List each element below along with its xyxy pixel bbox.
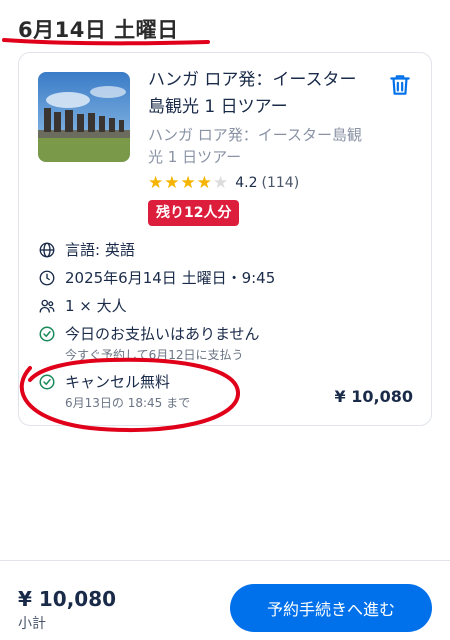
- clock-icon: [37, 268, 57, 288]
- cancellation-row: キャンセル無料: [37, 371, 170, 392]
- language-row: 言語: 英語: [37, 239, 135, 260]
- rating-value: 4.2: [235, 175, 258, 191]
- globe-icon: [37, 240, 57, 260]
- star-icon: ★: [164, 173, 180, 193]
- star-icon: ★: [180, 173, 196, 193]
- star-rating: ★ ★ ★ ★ ★: [148, 173, 228, 193]
- participants-text: 1 × 大人: [65, 297, 127, 315]
- tour-title[interactable]: ハンガ ロア発：イースター島観光 1 日ツアー: [148, 67, 368, 121]
- rating: ★ ★ ★ ★ ★ 4.2 (114): [148, 173, 299, 193]
- tour-thumbnail[interactable]: [38, 72, 130, 162]
- subtotal-label: 小計: [18, 616, 46, 632]
- datetime-row: 2025年6月14日 土曜日・9:45: [37, 267, 275, 288]
- item-price: ¥ 10,080: [334, 387, 413, 406]
- star-icon: ★: [148, 173, 164, 193]
- availability-badge: 残り12人分: [148, 200, 240, 226]
- datetime-text: 2025年6月14日 土曜日・9:45: [65, 269, 276, 287]
- check-circle-icon: [37, 372, 57, 392]
- star-icon: ★: [213, 173, 229, 193]
- people-icon: [37, 296, 57, 316]
- subtotal-price: ¥ 10,080: [18, 587, 117, 611]
- proceed-to-checkout-button[interactable]: 予約手続きへ進む: [230, 584, 432, 632]
- booking-card: ハンガ ロア発：イースター島観光 1 日ツアー ハンガ ロア発：イースター島観光…: [18, 52, 432, 426]
- star-icon: ★: [196, 173, 212, 193]
- language-text: 言語: 英語: [65, 241, 135, 259]
- cancellation-deadline: 6月13日の 18:45 まで: [65, 396, 191, 410]
- cancellation-text: キャンセル無料: [65, 373, 171, 391]
- participants-row: 1 × 大人: [37, 295, 127, 316]
- no-payment-text: 今日のお支払いはありません: [65, 325, 260, 343]
- trash-icon[interactable]: [387, 72, 413, 98]
- checkout-footer: ¥ 10,080 小計 予約手続きへ進む: [0, 560, 450, 640]
- date-header: 6月14日 土曜日: [18, 18, 179, 42]
- no-payment-row: 今日のお支払いはありません: [37, 323, 260, 344]
- check-circle-icon: [37, 324, 57, 344]
- review-count: (114): [261, 175, 300, 191]
- tour-subtitle: ハンガ ロア発：イースター島観光 1 日ツアー: [148, 126, 363, 166]
- pay-later-note: 今すぐ予約して6月12日に支払う: [65, 348, 244, 362]
